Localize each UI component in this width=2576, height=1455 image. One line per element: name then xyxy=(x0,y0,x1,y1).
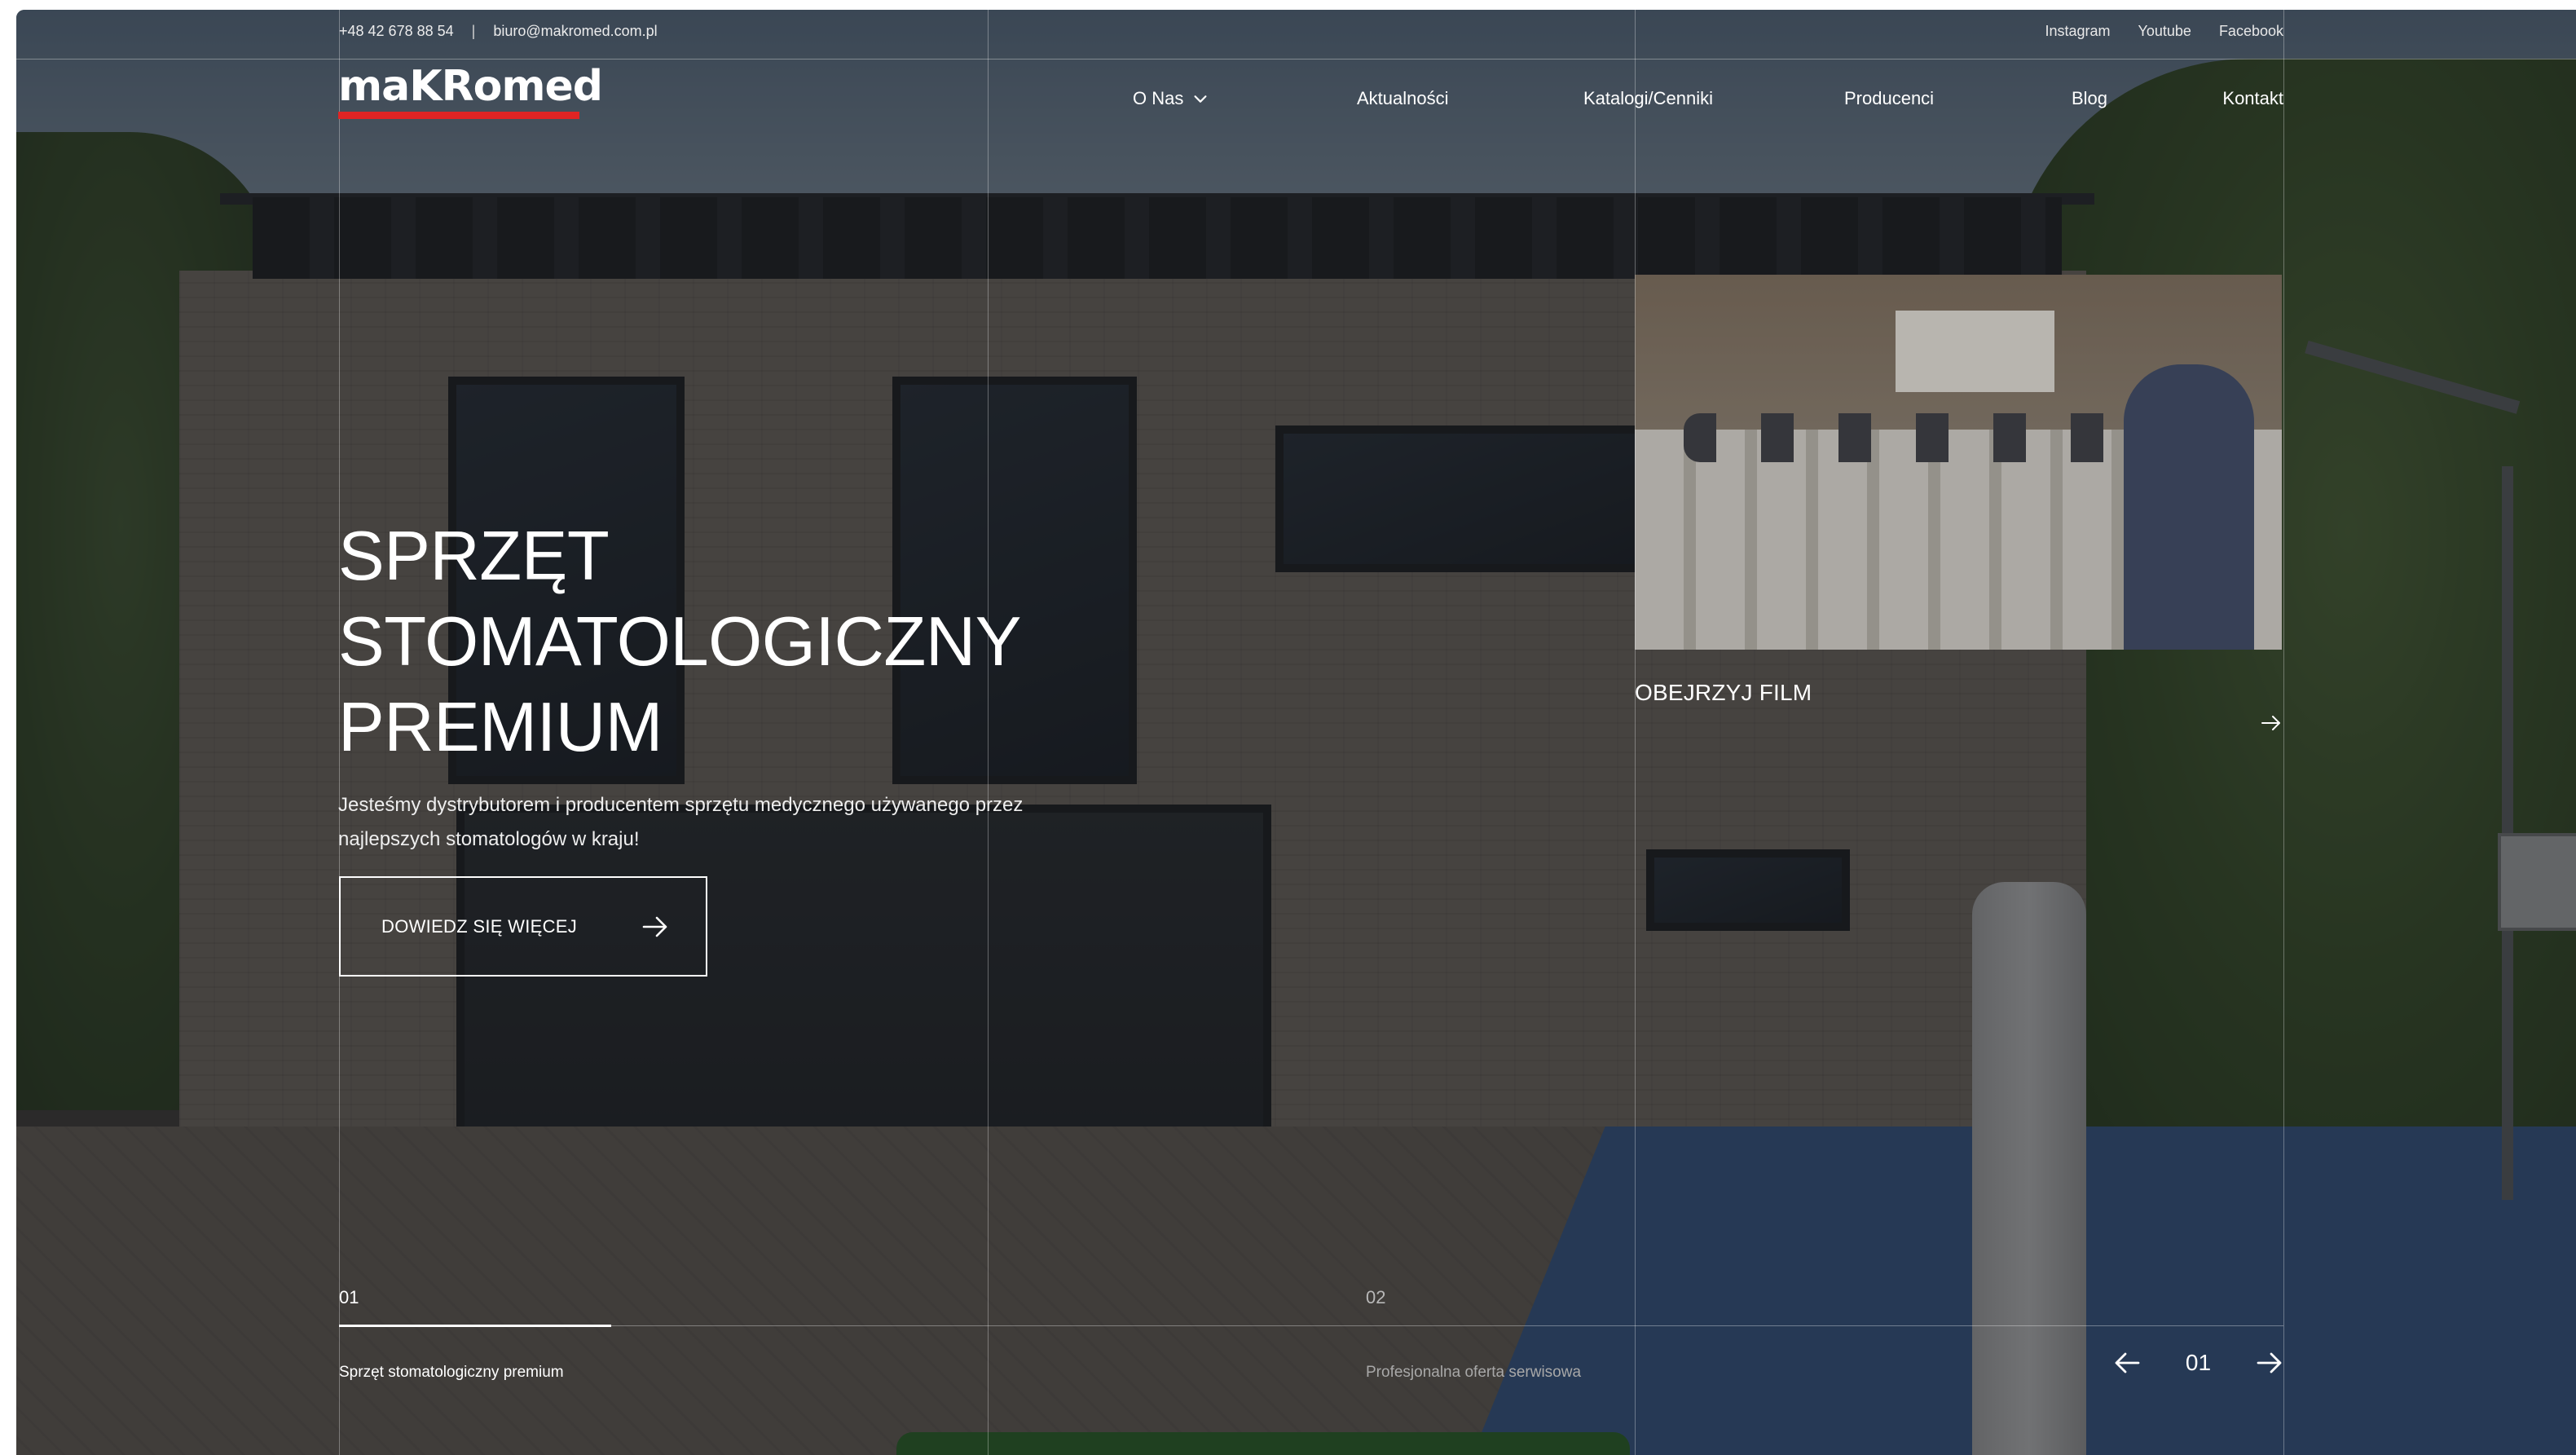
social-links: Instagram Youtube Facebook xyxy=(2045,23,2283,40)
nav-item-label: Aktualności xyxy=(1357,88,1449,108)
separator: | xyxy=(471,23,476,39)
slide-number[interactable]: 02 xyxy=(1366,1287,1385,1308)
slide-caption[interactable]: Profesjonalna oferta serwisowa xyxy=(1366,1364,1581,1382)
topbar-divider xyxy=(16,59,2576,60)
learn-more-button[interactable]: DOWIEDZ SIĘ WIĘCEJ xyxy=(339,876,707,977)
arrow-left-icon[interactable] xyxy=(2111,1347,2143,1379)
nav-item-aktualnosci[interactable]: Aktualności xyxy=(1357,88,1449,109)
logo-wordmark: maKRomed xyxy=(338,62,603,111)
hero-title: SPRZĘT STOMATOLOGICZNY PREMIUM xyxy=(338,514,1235,770)
main-nav: O Nas Aktualności Katalogi/Cenniki Produ… xyxy=(1133,88,2283,117)
youtube-link[interactable]: Youtube xyxy=(2138,23,2191,40)
thumbnail-dim xyxy=(1635,275,2282,650)
learn-more-label: DOWIEDZ SIĘ WIĘCEJ xyxy=(381,915,578,937)
slider-progress-fill xyxy=(339,1325,612,1327)
hero-title-line: PREMIUM xyxy=(338,689,663,766)
nav-item-o-nas[interactable]: O Nas xyxy=(1133,88,1209,109)
watch-film-link[interactable]: OBEJRZYJ FILM xyxy=(1635,680,2283,753)
hero-title-line: STOMATOLOGICZNY xyxy=(338,603,1021,681)
hero-description: Jesteśmy dystrybutorem i producentem spr… xyxy=(338,794,1024,850)
grid-line xyxy=(2283,10,2284,1455)
chevron-down-icon xyxy=(1194,95,1207,103)
facebook-link[interactable]: Facebook xyxy=(2219,23,2283,40)
logo-underline xyxy=(338,112,579,119)
nav-item-producenci[interactable]: Producenci xyxy=(1844,88,1934,109)
instagram-link[interactable]: Instagram xyxy=(2045,23,2110,40)
arrow-right-icon xyxy=(642,916,667,937)
topbar: +48 42 678 88 54 | biuro@makromed.com.pl… xyxy=(339,23,2283,49)
site-logo[interactable]: maKRomed xyxy=(338,62,603,120)
nav-item-label: Kontakt xyxy=(2222,88,2283,108)
watch-film-label: OBEJRZYJ FILM xyxy=(1635,680,1812,705)
nav-item-blog[interactable]: Blog xyxy=(2072,88,2107,109)
nav-item-kontakt[interactable]: Kontakt xyxy=(2222,88,2283,109)
nav-item-label: Producenci xyxy=(1844,88,1935,108)
contact-info: +48 42 678 88 54 | biuro@makromed.com.pl xyxy=(339,23,658,40)
page-frame: +48 42 678 88 54 | biuro@makromed.com.pl… xyxy=(16,10,2576,1455)
phone-link[interactable]: +48 42 678 88 54 xyxy=(339,23,454,40)
nav-item-label: Katalogi/Cenniki xyxy=(1583,88,1713,108)
arrow-right-icon xyxy=(2261,716,2280,730)
hero-title-line: SPRZĘT xyxy=(338,518,610,595)
email-link[interactable]: biuro@makromed.com.pl xyxy=(493,23,657,40)
slide-caption-active[interactable]: Sprzęt stomatologiczny premium xyxy=(339,1364,564,1382)
nav-item-katalogi[interactable]: Katalogi/Cenniki xyxy=(1583,88,1713,109)
nav-item-label: O Nas xyxy=(1133,88,1184,108)
slider-progress-track xyxy=(339,1325,2283,1327)
arrow-right-icon[interactable] xyxy=(2253,1347,2286,1379)
video-thumbnail[interactable] xyxy=(1635,275,2282,650)
nav-item-label: Blog xyxy=(2072,88,2108,108)
slide-counter: 01 xyxy=(2185,1350,2212,1375)
slider-controls: 01 xyxy=(2111,1338,2286,1387)
slide-number-active[interactable]: 01 xyxy=(339,1287,359,1308)
